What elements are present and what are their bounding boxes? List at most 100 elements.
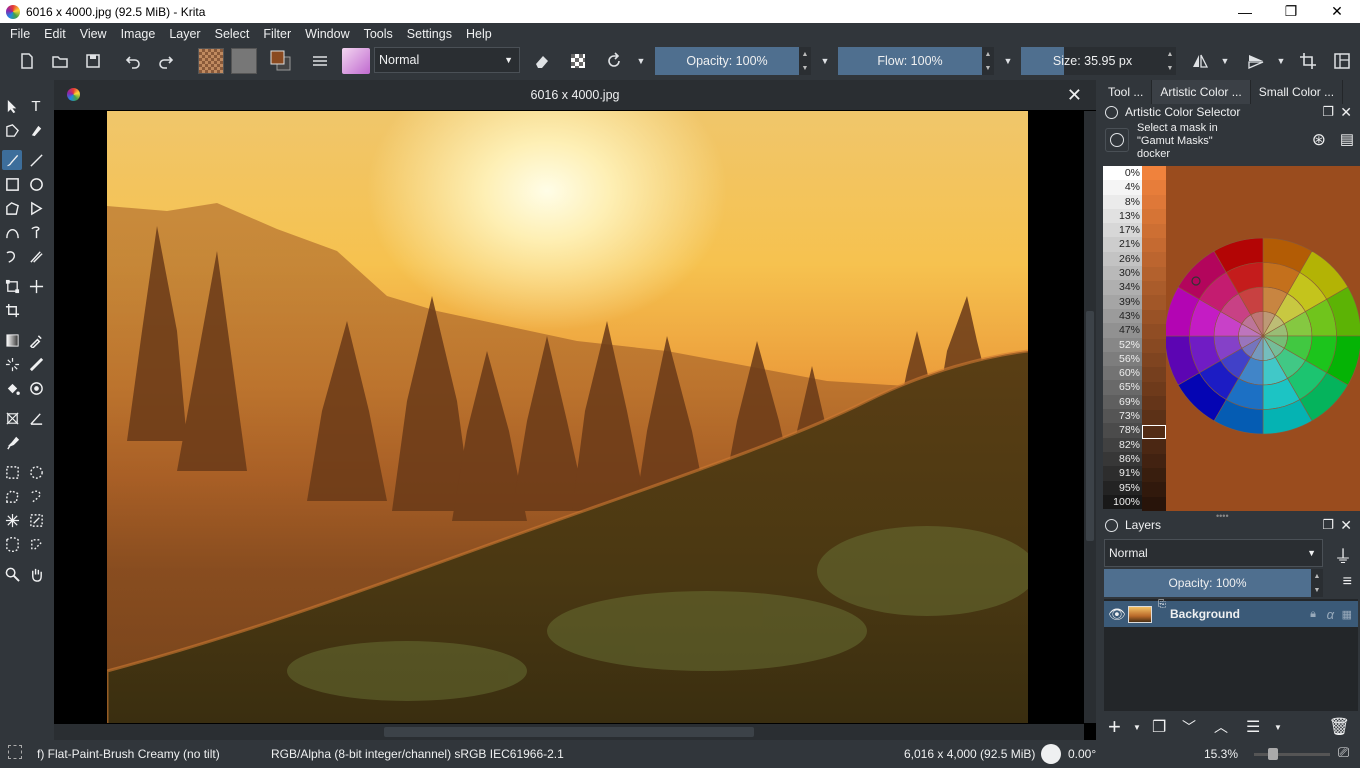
mirror-horizontal-icon[interactable] xyxy=(1186,48,1214,74)
magic-wand-icon[interactable] xyxy=(2,510,22,530)
value-swatch[interactable] xyxy=(1142,166,1166,511)
layer-blend-mode-select[interactable]: Normal ▼ xyxy=(1104,539,1323,567)
color-picker-icon[interactable] xyxy=(26,330,46,350)
open-document-icon[interactable] xyxy=(49,48,71,74)
value-swatch-cell[interactable] xyxy=(1142,166,1166,181)
vertical-scrollbar[interactable] xyxy=(1084,111,1096,723)
undo-icon[interactable] xyxy=(122,48,144,74)
menu-layer[interactable]: Layer xyxy=(162,27,207,41)
zoom-slider[interactable] xyxy=(1254,753,1330,756)
menu-window[interactable]: Window xyxy=(298,27,356,41)
lock-icon[interactable] xyxy=(1105,105,1118,119)
lock-layer-icon[interactable]: 🔒︎ xyxy=(1310,608,1316,621)
freehand-brush-icon[interactable] xyxy=(2,150,22,170)
layer-opacity-slider[interactable]: Opacity: 100% xyxy=(1104,569,1311,597)
gamut-mask-toggle[interactable] xyxy=(1105,128,1129,152)
minimize-button[interactable]: — xyxy=(1222,0,1268,23)
select-shapes-icon[interactable] xyxy=(2,96,22,116)
alpha-lock-icon[interactable] xyxy=(566,48,590,74)
rectangle-tool-icon[interactable] xyxy=(2,174,22,194)
edit-shapes-icon[interactable] xyxy=(2,120,22,140)
value-swatch-cell[interactable] xyxy=(1142,338,1166,353)
menu-image[interactable]: Image xyxy=(114,27,163,41)
value-swatch-cell[interactable] xyxy=(1142,266,1166,281)
value-swatch-cell[interactable] xyxy=(1142,281,1166,296)
save-icon[interactable] xyxy=(82,48,104,74)
fullscreen-icon[interactable]: ⎚ xyxy=(1338,744,1349,761)
maximize-button[interactable]: ❐ xyxy=(1268,0,1314,23)
enclose-fill-icon[interactable] xyxy=(26,378,46,398)
polyline-tool-icon[interactable] xyxy=(26,198,46,218)
move-layer-up-icon[interactable]: ︿ xyxy=(1214,717,1228,737)
menu-view[interactable]: View xyxy=(73,27,114,41)
value-swatch-cell[interactable] xyxy=(1142,396,1166,411)
wrap-around-icon[interactable] xyxy=(1296,48,1320,74)
ellipse-select-icon[interactable] xyxy=(26,462,46,482)
gradient-preset-icon[interactable] xyxy=(198,48,224,74)
value-swatch-cell[interactable] xyxy=(1142,324,1166,339)
layer-opacity-spinner[interactable]: ▲ ▼ xyxy=(1311,569,1323,597)
pattern-preset-icon[interactable] xyxy=(231,48,257,74)
opacity-slider[interactable]: Opacity: 100% xyxy=(655,47,799,75)
scrollbar-thumb[interactable] xyxy=(1086,311,1094,541)
brush-settings-icon[interactable] xyxy=(308,48,332,74)
value-scale[interactable]: 0% 4% 8% 13% 17% 21% 26% 30% 34% 39% 43% 47% 52% 56% 6… xyxy=(1103,166,1166,511)
measure-tool-icon[interactable] xyxy=(26,408,46,428)
canvas-only-icon[interactable] xyxy=(1330,48,1354,74)
chevron-down-icon[interactable]: ▼ xyxy=(634,48,648,74)
inherit-alpha-icon[interactable]: ▦ xyxy=(1342,608,1352,621)
options-icon[interactable]: ▤ xyxy=(1340,130,1354,148)
alpha-lock-icon[interactable]: α xyxy=(1327,607,1334,622)
canvas-image[interactable] xyxy=(107,111,1028,723)
close-button[interactable]: ✕ xyxy=(1314,0,1360,23)
crop-tool-icon[interactable] xyxy=(2,300,22,320)
brush-preset-name[interactable]: f) Flat-Paint-Brush Creamy (no tilt) xyxy=(37,747,220,761)
value-swatch-cell[interactable] xyxy=(1142,223,1166,238)
calligraphy-icon[interactable] xyxy=(26,120,46,140)
eraser-icon[interactable] xyxy=(530,48,554,74)
duplicate-layer-icon[interactable]: ❐ xyxy=(1152,717,1166,737)
value-swatch-cell[interactable] xyxy=(1142,209,1166,224)
blend-mode-select[interactable]: Normal ▼ xyxy=(374,47,520,73)
pan-tool-icon[interactable] xyxy=(26,564,46,584)
document-tab[interactable]: 6016 x 4000.jpg ✕ xyxy=(54,80,1096,110)
zoom-slider-handle[interactable] xyxy=(1268,748,1278,760)
wheel-settings-icon[interactable]: ⊛ xyxy=(1312,130,1326,150)
similar-select-icon[interactable] xyxy=(26,510,46,530)
transform-tool-icon[interactable] xyxy=(2,276,22,296)
opacity-spinner[interactable]: ▲ ▼ xyxy=(799,47,811,75)
reload-preset-icon[interactable] xyxy=(602,48,626,74)
close-docker-icon[interactable]: ✕ xyxy=(1340,517,1352,534)
color-wheel-area[interactable] xyxy=(1164,166,1360,511)
brush-preset-icon[interactable] xyxy=(342,48,370,74)
tab-tool-options[interactable]: Tool ... xyxy=(1100,80,1153,104)
zoom-tool-icon[interactable] xyxy=(2,564,22,584)
magnetic-select-icon[interactable] xyxy=(26,534,46,554)
colorize-mask-icon[interactable] xyxy=(26,354,46,374)
delete-layer-icon[interactable]: 🗑︎ xyxy=(1328,717,1350,737)
brush-size-slider[interactable]: Size: 35.95 px xyxy=(1021,47,1164,75)
gradient-tool-icon[interactable] xyxy=(2,330,22,350)
mirror-vertical-icon[interactable] xyxy=(1242,48,1270,74)
chevron-down-icon[interactable]: ▼ xyxy=(1218,48,1232,74)
menu-tools[interactable]: Tools xyxy=(357,27,400,41)
move-tool-icon[interactable] xyxy=(26,276,46,296)
close-docker-icon[interactable]: ✕ xyxy=(1340,104,1352,121)
fg-bg-color-icon[interactable] xyxy=(266,48,296,74)
bezier-select-icon[interactable] xyxy=(2,534,22,554)
value-swatch-cell[interactable] xyxy=(1142,381,1166,396)
value-swatch-cell[interactable] xyxy=(1142,496,1166,511)
value-swatch-cell[interactable] xyxy=(1142,439,1166,454)
rect-select-icon[interactable] xyxy=(2,462,22,482)
menu-settings[interactable]: Settings xyxy=(400,27,459,41)
lock-icon[interactable] xyxy=(1105,518,1118,532)
tab-small-color[interactable]: Small Color ... xyxy=(1251,80,1344,104)
float-docker-icon[interactable]: ❐ xyxy=(1322,104,1334,120)
value-swatch-cell[interactable] xyxy=(1142,453,1166,468)
value-swatch-cell[interactable] xyxy=(1142,367,1166,382)
value-swatch-cell[interactable] xyxy=(1142,482,1166,497)
add-layer-icon[interactable]: + xyxy=(1108,714,1121,740)
tab-artistic-color[interactable]: Artistic Color ... xyxy=(1152,80,1251,104)
redo-icon[interactable] xyxy=(155,48,177,74)
ellipse-tool-icon[interactable] xyxy=(26,174,46,194)
